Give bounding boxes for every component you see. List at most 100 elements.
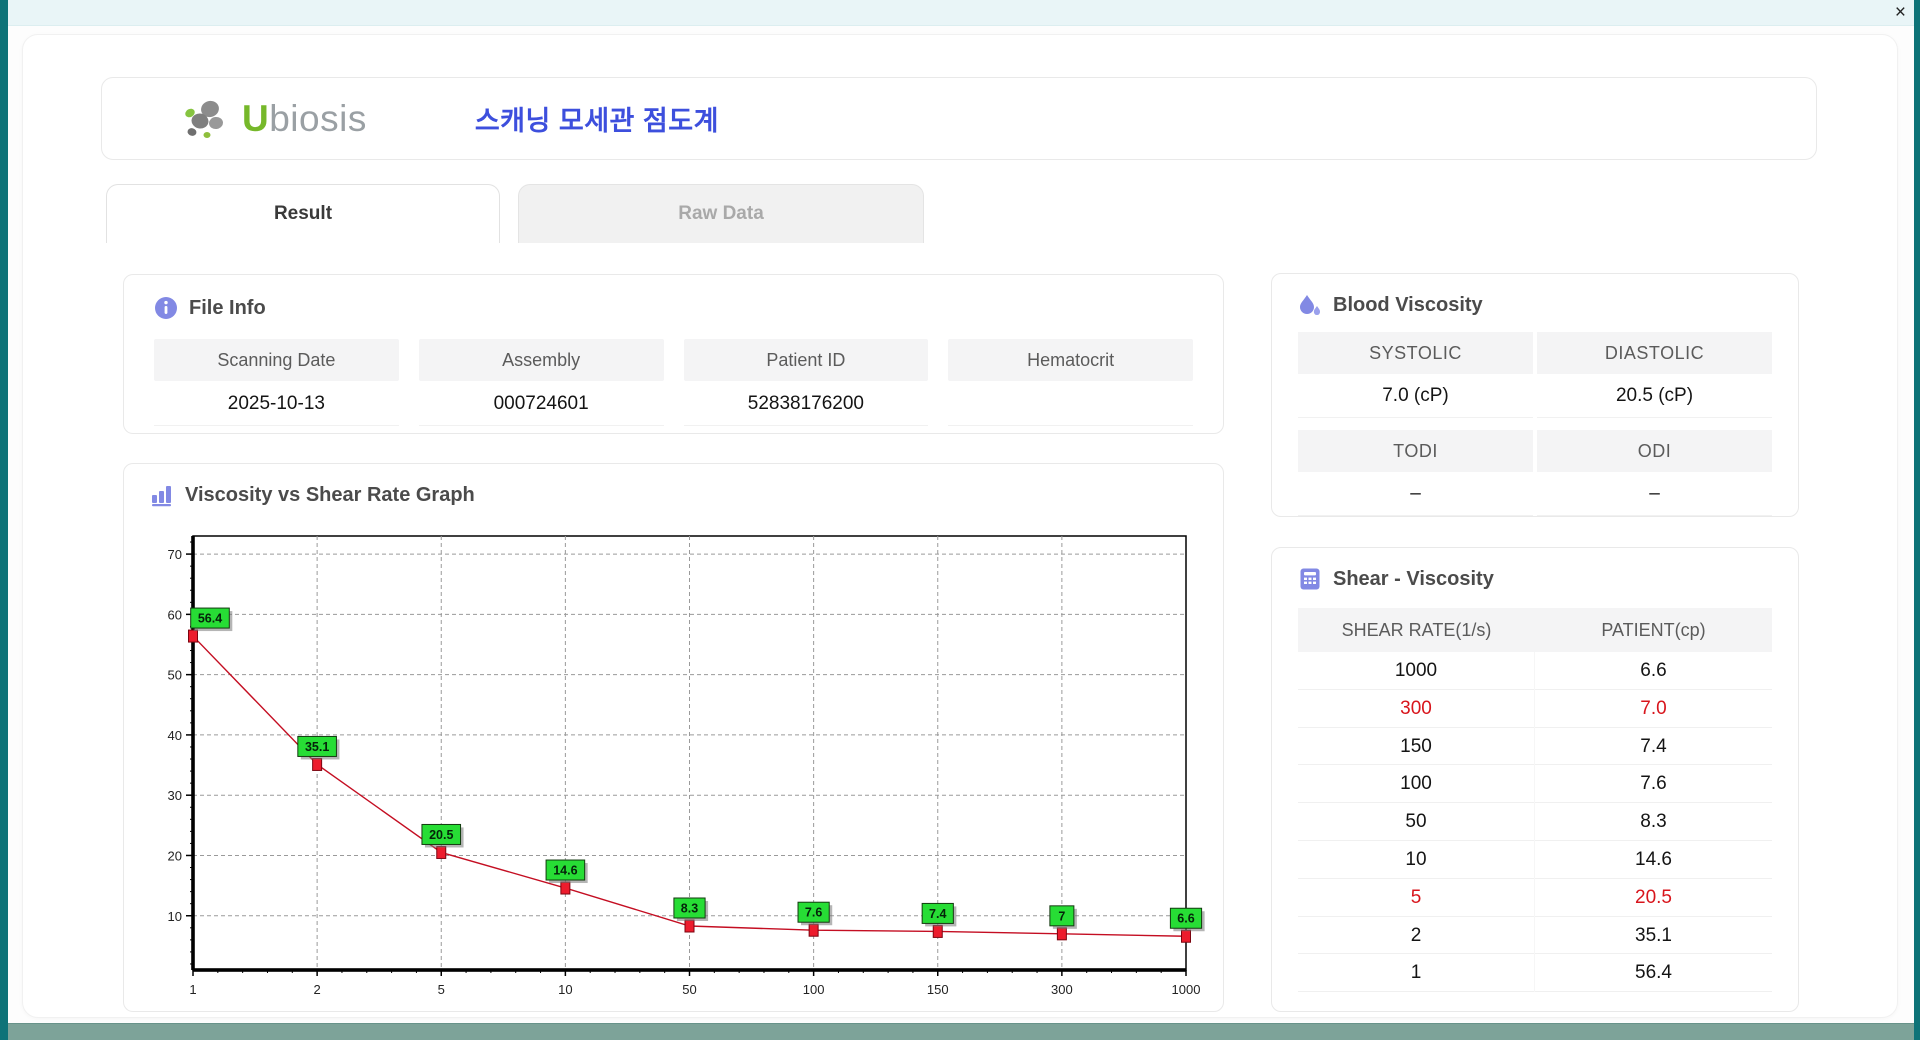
svg-text:7.4: 7.4 (929, 907, 946, 921)
svg-text:20.5: 20.5 (429, 828, 453, 842)
metric-label: SYSTOLIC (1298, 332, 1533, 374)
field-value: 52838176200 (683, 381, 929, 426)
table-row: 100 7.6 (1298, 765, 1772, 804)
svg-text:5: 5 (438, 982, 445, 997)
section-title: File Info (189, 296, 266, 319)
blood-viscosity-grid: SYSTOLIC DIASTOLIC 7.0 (cP) 20.5 (cP) TO… (1298, 332, 1772, 516)
file-info-title-row: File Info (154, 293, 1193, 323)
field-label: Assembly (418, 339, 664, 381)
page-title: 스캐닝 모세관 점도계 (474, 106, 719, 136)
header-card: Ubiosis 스캐닝 모세관 점도계 (101, 77, 1817, 160)
svg-text:14.6: 14.6 (553, 864, 577, 878)
graph-title-row: Viscosity vs Shear Rate Graph (150, 480, 1197, 510)
field-value (948, 381, 1193, 426)
patient-value-cell: 35.1 (1635, 924, 1672, 946)
svg-text:56.4: 56.4 (198, 612, 222, 626)
svg-text:100: 100 (803, 982, 825, 997)
shear-viscosity-card: Shear - Viscosity SHEAR RATE(1/s) PATIEN… (1271, 547, 1799, 1012)
svg-text:50: 50 (682, 982, 696, 997)
field-label: Patient ID (683, 339, 929, 381)
table-row: 5 20.5 (1298, 878, 1772, 917)
shear-rate-cell: 1000 (1298, 652, 1535, 690)
graph-card: Viscosity vs Shear Rate Graph 10 20 30 40 50… (123, 463, 1224, 1012)
patient-value-cell: 14.6 (1635, 848, 1672, 870)
brand-logo: Ubiosis (180, 97, 367, 141)
column-header: SHEAR RATE(1/s) (1341, 620, 1492, 640)
svg-text:8.3: 8.3 (681, 901, 698, 915)
svg-text:70: 70 (168, 547, 182, 562)
droplet-icon (1300, 295, 1321, 316)
blood-viscosity-card: Blood Viscosity SYSTOLIC DIASTOLIC 7.0 (… (1271, 273, 1799, 517)
patient-value-cell: 6.6 (1640, 660, 1667, 681)
window-edge-right (1914, 0, 1920, 1040)
shear-viscosity-table: SHEAR RATE(1/s) PATIENT(cp) 1000 6.6 300… (1298, 608, 1772, 993)
field-value: 2025-10-13 (154, 381, 399, 426)
patient-value-cell: 20.5 (1635, 886, 1672, 908)
metric-label: TODI (1298, 430, 1533, 472)
svg-text:300: 300 (1051, 982, 1073, 997)
table-row: 2 35.1 (1298, 916, 1772, 955)
metric-value: 20.5 (cP) (1537, 374, 1772, 418)
patient-value-cell: 56.4 (1635, 962, 1672, 984)
patient-value-cell: 7.6 (1640, 773, 1667, 795)
close-icon[interactable]: × (1895, 2, 1906, 24)
field-value: 000724601 (418, 381, 664, 426)
blood-viscosity-title-row: Blood Viscosity (1298, 290, 1772, 320)
field-label: Hematocrit (948, 339, 1193, 381)
svg-text:7.6: 7.6 (805, 906, 822, 920)
ubiosis-logo-icon (185, 100, 223, 138)
window-edge-left (0, 0, 8, 1040)
tab-result[interactable]: Result (106, 184, 500, 243)
svg-text:60: 60 (168, 607, 182, 622)
svg-text:2: 2 (314, 982, 321, 997)
column-header: PATIENT(cp) (1601, 620, 1706, 640)
svg-text:40: 40 (168, 728, 182, 743)
svg-text:6.6: 6.6 (1177, 912, 1194, 926)
svg-text:35.1: 35.1 (305, 740, 329, 754)
table-row: 1000 6.6 (1298, 652, 1772, 690)
shear-rate-cell: 150 (1298, 727, 1535, 766)
shear-rate-cell: 10 (1298, 840, 1535, 879)
file-info-field: Patient ID 52838176200 (683, 339, 929, 426)
file-info-field: Scanning Date 2025-10-13 (154, 339, 399, 426)
shear-rate-cell: 2 (1298, 916, 1535, 955)
shear-rate-cell: 5 (1298, 878, 1535, 917)
table-body: 1000 6.6 300 7.0 150 7.4 100 7.6 50 8.3 … (1298, 652, 1772, 993)
viscosity-chart: 10 20 30 40 50 60 70 1 2 5 10 50 100 150 300 1000 56.4 35… (151, 530, 1205, 1011)
svg-text:20: 20 (168, 848, 182, 863)
info-icon (155, 297, 177, 319)
patient-value-cell: 8.3 (1640, 811, 1667, 833)
svg-text:50: 50 (168, 668, 182, 683)
file-info-grid: Scanning Date 2025-10-13 Assembly 000724… (154, 339, 1193, 426)
table-row: 150 7.4 (1298, 727, 1772, 766)
blood-viscosity-row: TODI ODI – – (1298, 430, 1772, 516)
section-title: Shear - Viscosity (1333, 567, 1494, 590)
field-label: Scanning Date (154, 339, 399, 381)
svg-text:30: 30 (168, 788, 182, 803)
calculator-icon (1300, 568, 1320, 590)
window-bottom-bar (0, 1023, 1920, 1040)
file-info-card: File Info Scanning Date 2025-10-13 Assem… (123, 274, 1224, 434)
svg-text:1000: 1000 (1172, 982, 1201, 997)
file-info-field: Hematocrit (948, 339, 1193, 426)
svg-text:150: 150 (927, 982, 949, 997)
svg-text:7: 7 (1058, 909, 1065, 923)
table-row: 10 14.6 (1298, 840, 1772, 879)
window-titlebar: × (0, 0, 1920, 26)
table-row: 300 7.0 (1298, 689, 1772, 728)
shear-rate-cell: 100 (1298, 765, 1535, 804)
svg-text:10: 10 (558, 982, 572, 997)
svg-text:10: 10 (168, 909, 182, 924)
tab-raw-data[interactable]: Raw Data (518, 184, 924, 243)
patient-value-cell: 7.0 (1640, 697, 1667, 719)
table-row: 50 8.3 (1298, 803, 1772, 841)
shear-rate-cell: 300 (1298, 689, 1535, 728)
table-row: 1 56.4 (1298, 954, 1772, 993)
brand-wordmark: Ubiosis (242, 97, 367, 139)
patient-value-cell: 7.4 (1640, 735, 1667, 757)
section-title: Blood Viscosity (1333, 293, 1483, 316)
metric-value: – (1537, 472, 1772, 516)
shear-viscosity-title-row: Shear - Viscosity (1298, 564, 1772, 594)
metric-label: DIASTOLIC (1537, 332, 1772, 374)
shear-rate-cell: 1 (1298, 954, 1535, 993)
